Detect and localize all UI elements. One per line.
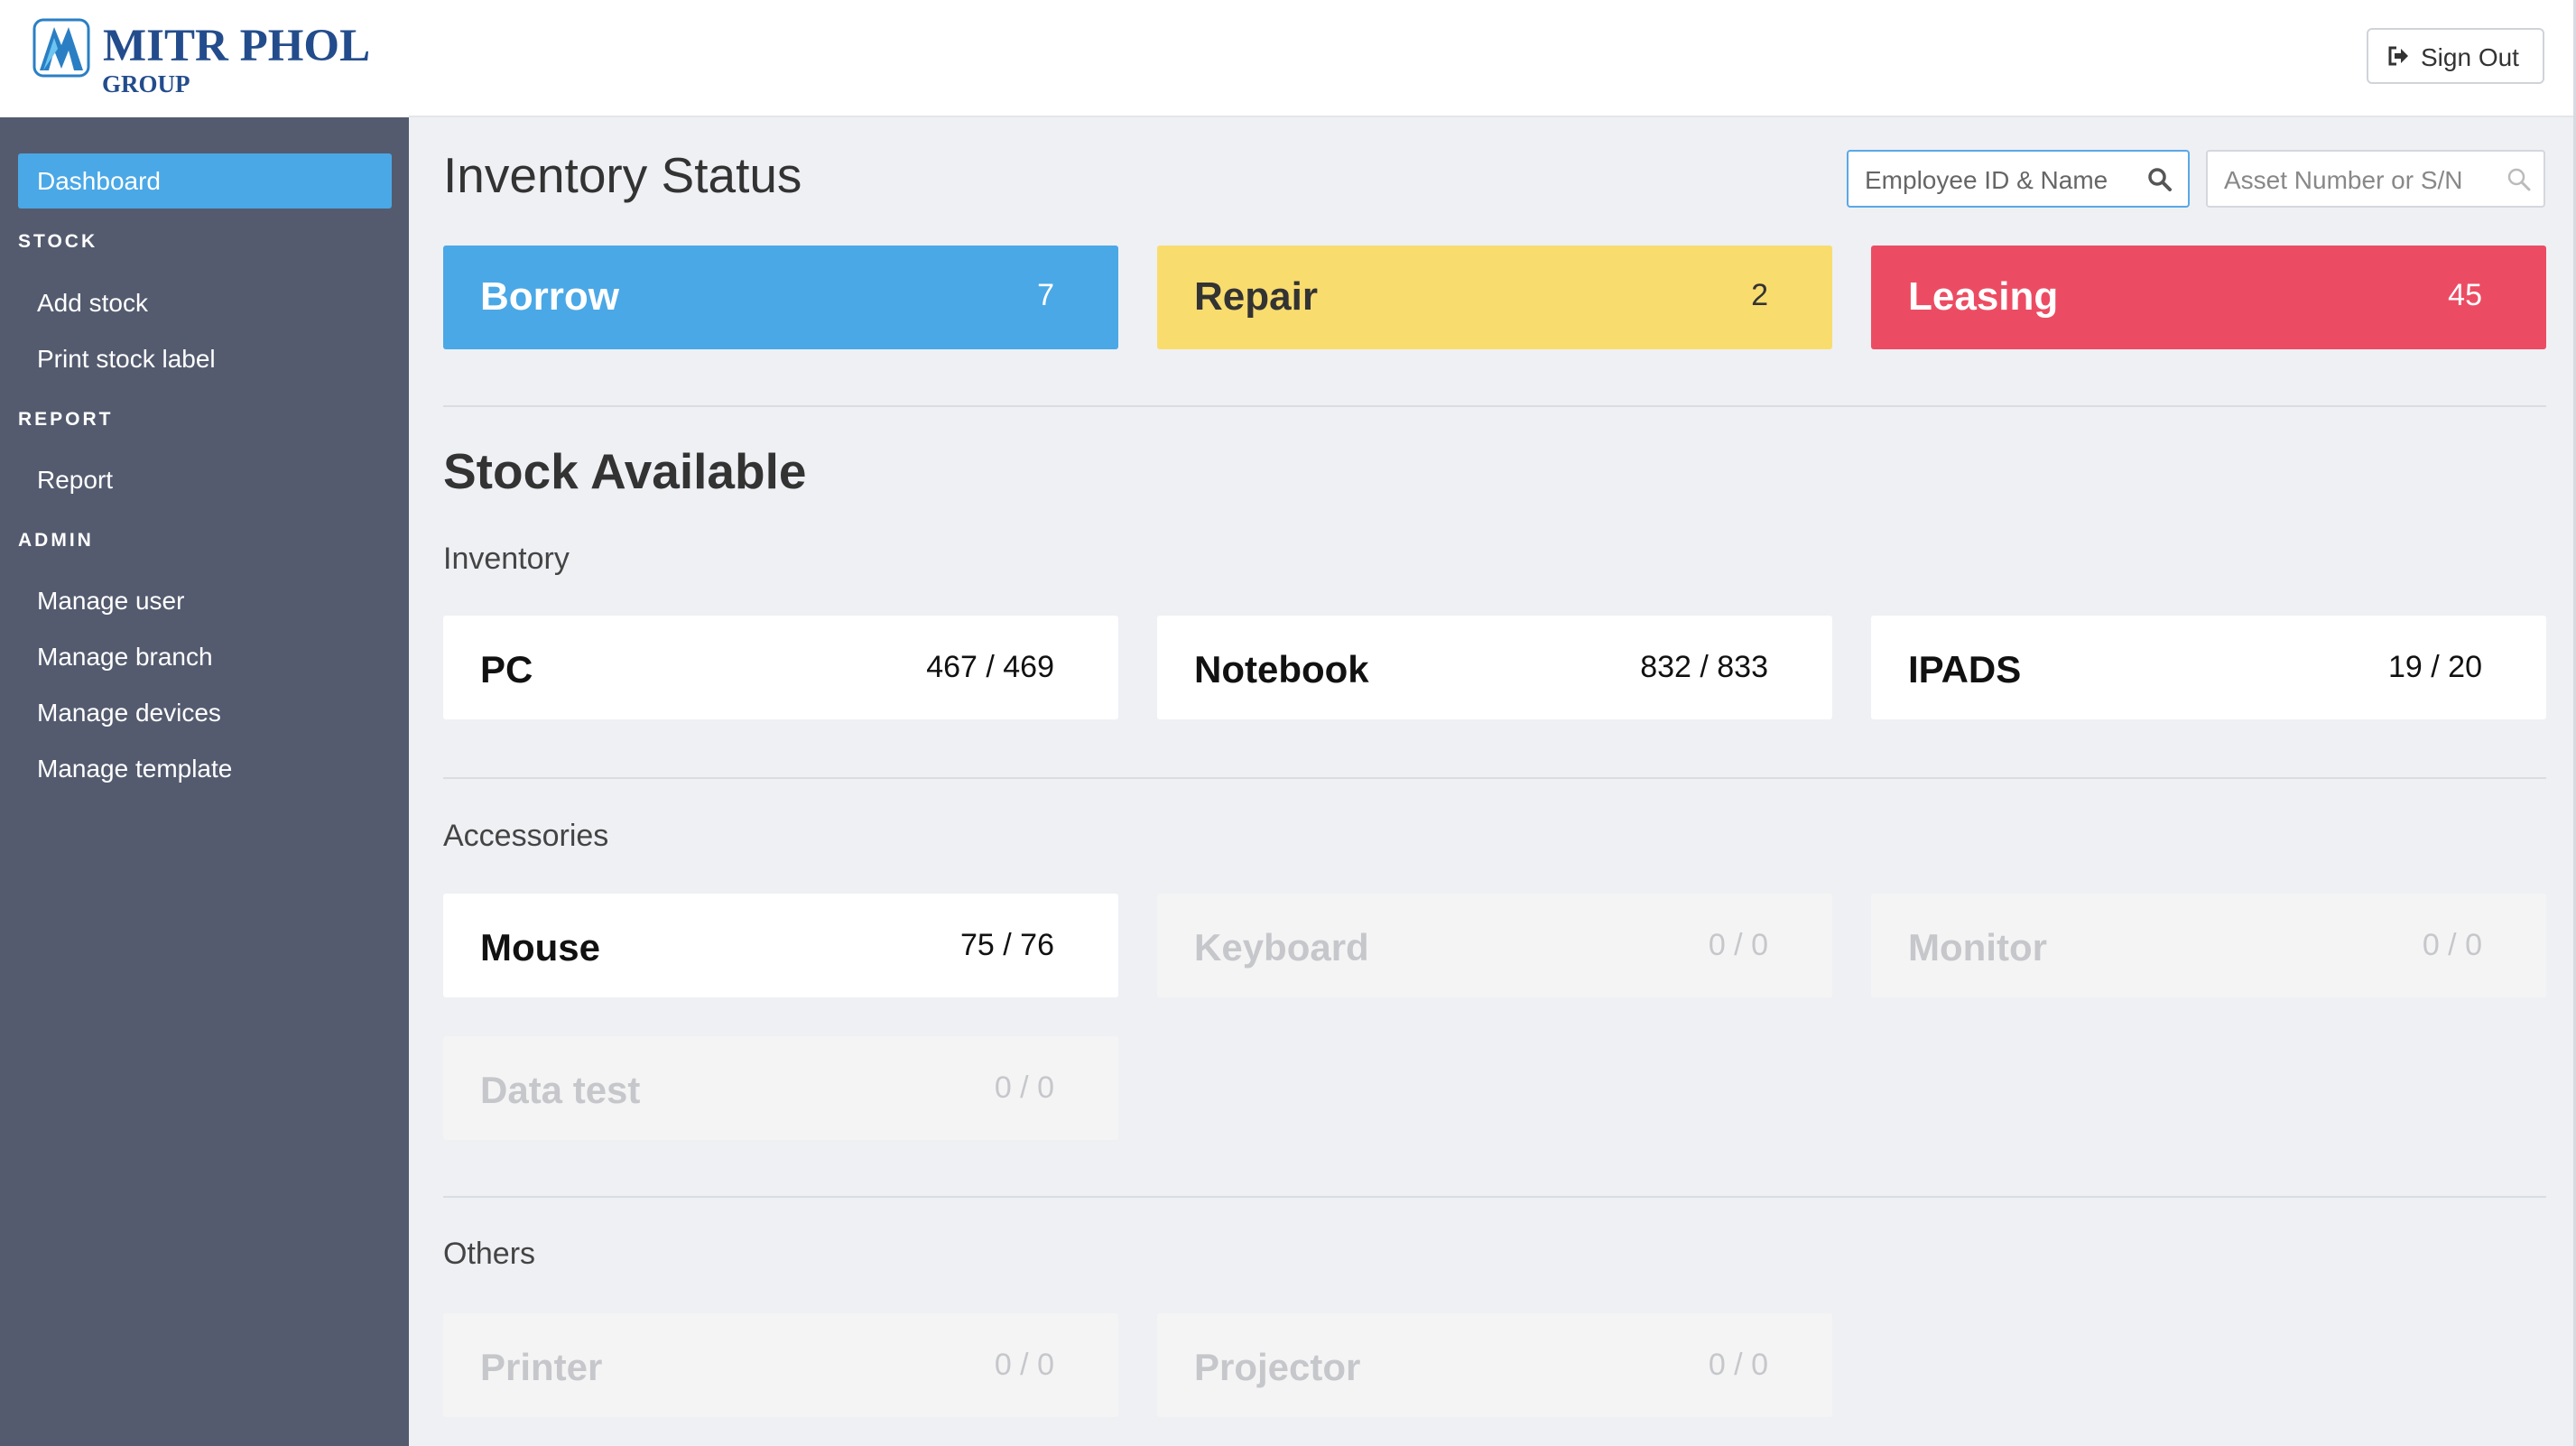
sidebar-item-manage-user[interactable]: Manage user (37, 587, 184, 616)
stock-name: Notebook (1194, 648, 1369, 691)
status-count: 2 (1751, 278, 1768, 312)
asset-search-placeholder: Asset Number or S/N (2224, 166, 2463, 194)
stock-card-mouse[interactable]: Mouse 75 / 76 (443, 894, 1118, 997)
sidebar: MITR PHOL GROUP Dashboard STOCK Add stoc… (0, 0, 409, 1446)
stock-name: Mouse (480, 926, 601, 969)
brand-sub: GROUP (102, 70, 190, 97)
divider (443, 1196, 2546, 1198)
page-title: Inventory Status (443, 147, 802, 203)
stock-card-pc[interactable]: PC 467 / 469 (443, 616, 1118, 719)
stock-card-data-test: Data test 0 / 0 (443, 1036, 1118, 1140)
sidebar-item-print-stock-label[interactable]: Print stock label (37, 345, 216, 374)
sidebar-item-report[interactable]: Report (37, 466, 113, 495)
search-icon[interactable] (2146, 166, 2173, 193)
stock-name: Projector (1194, 1346, 1361, 1388)
stock-count: 75 / 76 (960, 928, 1054, 962)
group-label-inventory: Inventory (443, 542, 570, 576)
status-count: 45 (2448, 278, 2482, 312)
sidebar-item-manage-devices[interactable]: Manage devices (37, 699, 221, 728)
stock-count: 0 / 0 (1708, 1348, 1768, 1382)
stock-name: Monitor (1908, 926, 2047, 969)
status-card-leasing[interactable]: Leasing 45 (1871, 246, 2546, 349)
sidebar-item-add-stock[interactable]: Add stock (37, 289, 148, 318)
top-bar (409, 0, 2573, 117)
logo[interactable]: MITR PHOL GROUP (0, 0, 409, 117)
employee-search-placeholder: Employee ID & Name (1865, 166, 2108, 194)
stock-count: 0 / 0 (1708, 928, 1768, 962)
status-label: Repair (1194, 274, 1318, 319)
sign-out-label: Sign Out (2421, 43, 2519, 71)
stock-name: IPADS (1908, 648, 2022, 691)
search-icon[interactable] (2506, 166, 2533, 193)
stock-count: 832 / 833 (1640, 650, 1768, 684)
stock-count: 0 / 0 (994, 1348, 1054, 1382)
mitr-phol-logo-icon (32, 18, 90, 78)
divider (443, 405, 2546, 407)
sign-out-icon (2388, 46, 2408, 66)
status-card-repair[interactable]: Repair 2 (1157, 246, 1832, 349)
stock-card-projector: Projector 0 / 0 (1157, 1313, 1832, 1417)
stock-card-keyboard: Keyboard 0 / 0 (1157, 894, 1832, 997)
sidebar-item-dashboard[interactable]: Dashboard (18, 153, 392, 209)
brand-name: MITR PHOL (103, 21, 371, 71)
stock-card-ipads[interactable]: IPADS 19 / 20 (1871, 616, 2546, 719)
stock-name: Data test (480, 1069, 641, 1111)
stock-count: 0 / 0 (2422, 928, 2482, 962)
section-title: Stock Available (443, 443, 807, 499)
divider (443, 777, 2546, 779)
asset-search-input[interactable]: Asset Number or S/N (2206, 150, 2545, 208)
stock-name: Keyboard (1194, 926, 1369, 969)
sidebar-item-manage-template[interactable]: Manage template (37, 755, 232, 783)
stock-card-monitor: Monitor 0 / 0 (1871, 894, 2546, 997)
stock-count: 19 / 20 (2388, 650, 2482, 684)
status-card-borrow[interactable]: Borrow 7 (443, 246, 1118, 349)
stock-count: 0 / 0 (994, 1071, 1054, 1105)
stock-name: Printer (480, 1346, 603, 1388)
group-label-accessories: Accessories (443, 819, 609, 853)
employee-search-input[interactable]: Employee ID & Name (1847, 150, 2190, 208)
stock-card-notebook[interactable]: Notebook 832 / 833 (1157, 616, 1832, 719)
stock-name: PC (480, 648, 533, 691)
status-count: 7 (1037, 278, 1054, 312)
stock-count: 467 / 469 (926, 650, 1054, 684)
sidebar-section-stock: STOCK (18, 231, 98, 252)
stock-card-printer: Printer 0 / 0 (443, 1313, 1118, 1417)
sidebar-section-admin: ADMIN (18, 530, 94, 551)
sidebar-section-report: REPORT (18, 409, 114, 430)
status-label: Leasing (1908, 274, 2059, 319)
group-label-others: Others (443, 1237, 536, 1271)
status-label: Borrow (480, 274, 619, 319)
sign-out-button[interactable]: Sign Out (2367, 28, 2544, 84)
sidebar-item-manage-branch[interactable]: Manage branch (37, 643, 213, 672)
